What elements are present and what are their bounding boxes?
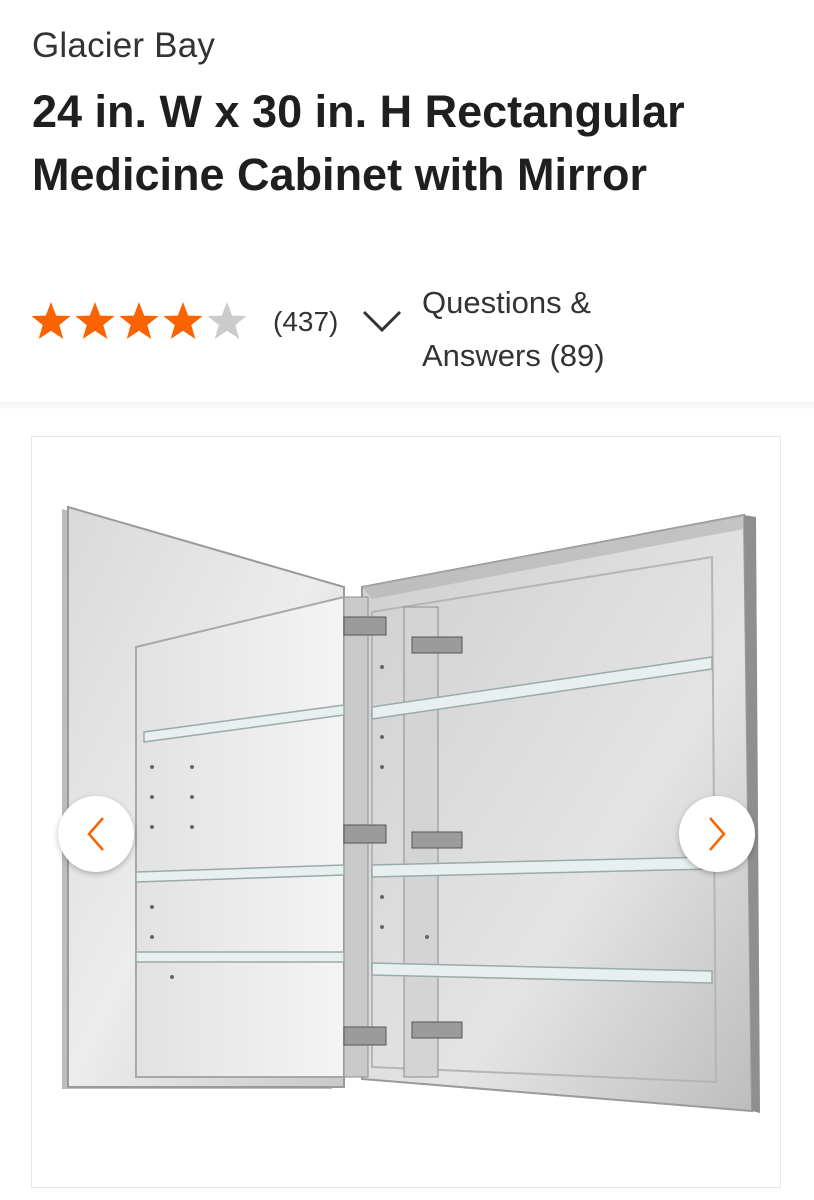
star-filled-icon	[75, 302, 115, 339]
section-divider	[0, 402, 814, 410]
product-image-gallery[interactable]	[31, 436, 781, 1188]
chevron-left-icon	[87, 817, 104, 851]
previous-image-button[interactable]	[58, 796, 134, 872]
product-brand[interactable]: Glacier Bay	[32, 26, 215, 66]
product-image	[62, 505, 760, 1113]
star-empty-icon	[207, 302, 247, 339]
questions-answers-link[interactable]: Questions & Answers (89)	[422, 276, 682, 382]
chevron-right-icon	[709, 817, 726, 851]
star-filled-icon	[119, 302, 159, 339]
review-count[interactable]: (437)	[273, 306, 338, 338]
product-title: 24 in. W x 30 in. H Rectangular Medicine…	[32, 86, 685, 200]
star-rating[interactable]	[30, 300, 248, 342]
rating-row: (437) Questions & Answers (89)	[30, 276, 790, 376]
next-image-button[interactable]	[679, 796, 755, 872]
star-filled-icon	[31, 302, 71, 339]
star-filled-icon	[163, 302, 203, 339]
chevron-down-icon[interactable]	[360, 306, 404, 336]
